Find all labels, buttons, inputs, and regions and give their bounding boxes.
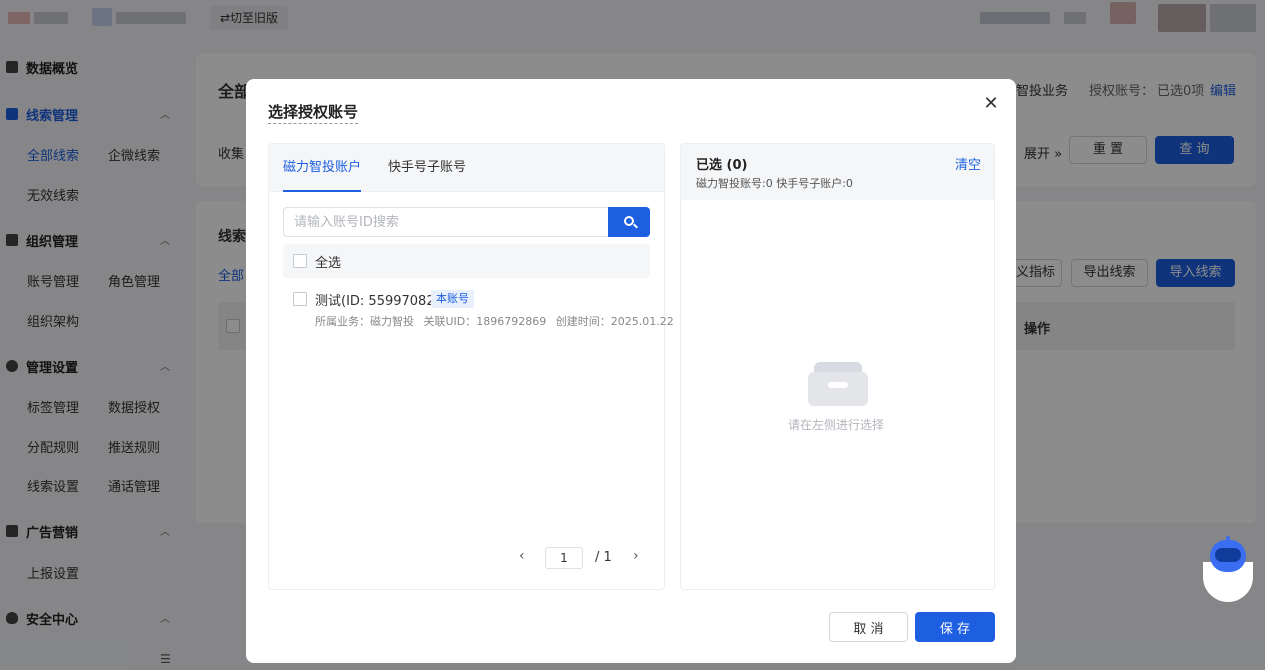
account-business: 所属业务：磁力智投 (315, 315, 414, 328)
close-icon[interactable]: ✕ (982, 94, 1000, 114)
chevron-right-icon[interactable]: › (633, 548, 639, 564)
select-all-checkbox[interactable] (293, 254, 307, 268)
page-total: / 1 (595, 550, 612, 565)
tab-magnetic-account[interactable]: 磁力智投账户 (283, 144, 362, 192)
empty-inbox-icon (808, 362, 868, 406)
account-search-input[interactable] (283, 207, 609, 237)
assistant-robot-icon[interactable] (1201, 536, 1255, 604)
tab-kuaishou-sub-account[interactable]: 快手号子账号 (388, 144, 466, 192)
own-account-badge: 本账号 (431, 290, 474, 308)
select-auth-account-dialog: 选择授权账号 ✕ 磁力智投账户 快手号子账号 全选 测试(ID: 5599708… (246, 79, 1016, 663)
search-button[interactable] (608, 207, 650, 237)
selected-counts: 磁力智投账号:0 快手号子账户:0 (696, 177, 853, 190)
select-all-label: 全选 (315, 256, 342, 271)
select-all-row[interactable]: 全选 (283, 244, 650, 278)
selected-header: 已选 (0) 清空 磁力智投账号:0 快手号子账户:0 (681, 144, 994, 200)
clear-button[interactable]: 清空 (955, 154, 981, 173)
dialog-title: 选择授权账号 (268, 101, 359, 124)
empty-hint: 请在左侧进行选择 (788, 418, 885, 432)
account-checkbox[interactable] (293, 292, 307, 306)
account-uid: 关联UID：1896792869 (423, 315, 547, 328)
account-meta: 所属业务：磁力智投 关联UID：1896792869 创建时间：2025.01.… (315, 313, 680, 329)
account-list-panel: 磁力智投账户 快手号子账号 全选 测试(ID: 55997082) 本账号 所属… (268, 143, 674, 590)
chevron-left-icon[interactable]: ‹ (519, 548, 525, 564)
account-created: 创建时间：2025.01.22 (555, 315, 674, 328)
list-item[interactable]: 测试(ID: 55997082) 本账号 所属业务：磁力智投 关联UID：189… (283, 286, 674, 330)
account-name: 测试(ID: 55997082) (315, 294, 440, 309)
account-type-tabs: 磁力智投账户 快手号子账号 (269, 144, 664, 192)
selected-accounts-panel: 已选 (0) 清空 磁力智投账号:0 快手号子账户:0 请在左侧进行选择 (680, 143, 995, 590)
cancel-button[interactable]: 取 消 (829, 612, 908, 642)
save-button[interactable]: 保 存 (915, 612, 995, 642)
page-number-input[interactable] (545, 547, 583, 569)
selected-count-title: 已选 (0) (696, 158, 748, 173)
